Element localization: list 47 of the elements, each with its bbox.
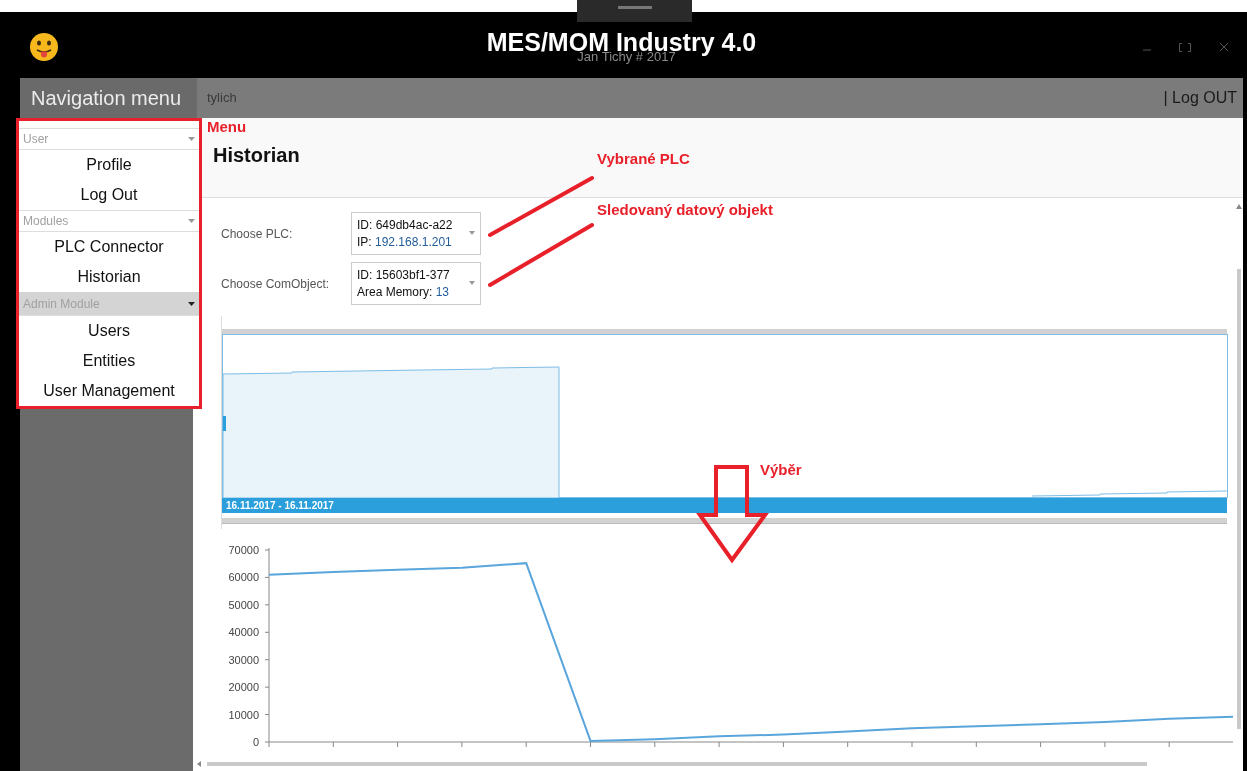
annotation-label: Menu xyxy=(207,117,247,137)
maximize-icon[interactable] xyxy=(1179,42,1191,52)
caret-icon xyxy=(188,301,195,306)
field-label: Choose ComObject: xyxy=(221,276,331,293)
annotation-label: Sledovaný datový objekt xyxy=(597,200,773,220)
logout-link[interactable]: | Log OUT xyxy=(1163,86,1237,110)
dropdown[interactable]: ID: 15603bf1-377 Area Memory: 13 xyxy=(351,261,481,305)
field-label: Choose PLC: xyxy=(221,226,294,243)
annotation-label: Výběr xyxy=(760,460,802,480)
y-tick-label: 40000 xyxy=(228,626,259,639)
dropdown[interactable]: ID: 649db4ac-a22 IP: 192.168.1.201 xyxy=(351,211,481,255)
emoji-icon xyxy=(29,32,59,62)
caret-icon xyxy=(469,280,475,285)
y-tick-label: 50000 xyxy=(228,598,259,611)
caret-icon xyxy=(188,137,195,141)
dropdown-key: IP: xyxy=(357,233,375,251)
menu-item[interactable]: PLC Connector xyxy=(19,232,199,262)
dropdown-id: ID: 649db4ac-a22 xyxy=(357,216,454,234)
y-tick-label: 70000 xyxy=(228,544,259,556)
dropdown-value: 192.168.1.201 xyxy=(375,233,452,251)
menu-item[interactable]: Users xyxy=(19,316,199,346)
page-title: Historian xyxy=(213,143,300,168)
close-icon[interactable] xyxy=(1219,42,1229,52)
menu-item[interactable]: User Management xyxy=(19,376,199,406)
group-label: User xyxy=(23,131,49,148)
drag-handle[interactable] xyxy=(577,0,692,22)
scroll-left-icon[interactable] xyxy=(197,761,201,767)
menu-item[interactable]: Profile xyxy=(19,150,199,180)
y-tick-label: 10000 xyxy=(228,708,259,721)
y-tick-label: 20000 xyxy=(228,681,259,694)
y-tick-label: 60000 xyxy=(228,571,259,584)
menu-item[interactable]: Log Out xyxy=(19,180,199,210)
dropdown-value: 13 xyxy=(435,283,450,301)
dropdown-key: Area Memory: xyxy=(357,283,436,301)
annotation-label: Vybrané PLC xyxy=(597,149,690,169)
navigation-title: Navigation menu xyxy=(20,78,197,118)
menu-item[interactable]: Historian xyxy=(19,262,199,292)
y-tick-label: 30000 xyxy=(228,653,259,666)
dropdown-id: ID: 15603bf1-377 xyxy=(357,266,451,284)
y-tick-label: 0 xyxy=(252,736,259,748)
scroll-up-icon[interactable] xyxy=(1236,204,1242,209)
navigator-scrollbar[interactable] xyxy=(222,518,1227,524)
menu-item[interactable]: Entities xyxy=(19,346,199,376)
username: tylich xyxy=(207,89,237,108)
caret-icon xyxy=(469,230,475,235)
caret-icon xyxy=(188,219,195,223)
group-label: Modules xyxy=(23,213,69,230)
